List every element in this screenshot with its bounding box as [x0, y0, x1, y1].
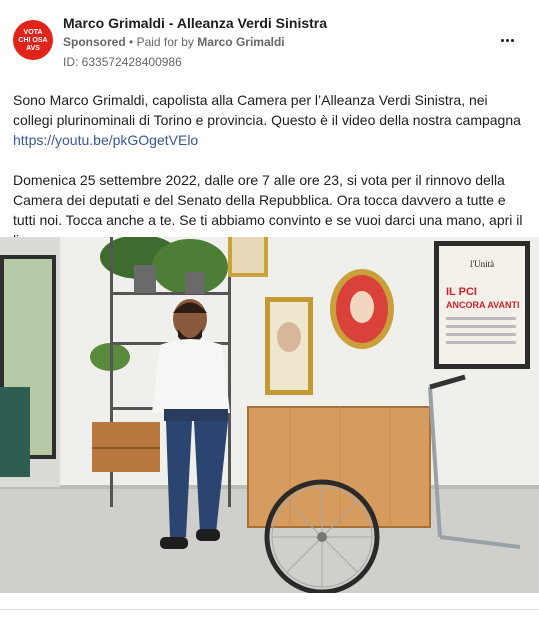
poster-headline-2: ANCORA AVANTI: [446, 300, 520, 310]
avatar-text-line-2: CHI OSA: [18, 37, 48, 44]
more-options-icon-dot: [510, 38, 514, 42]
card-divider: [0, 609, 539, 610]
post-header: VOTA CHI OSA AVS Marco Grimaldi - Allean…: [0, 0, 539, 80]
page-name-link[interactable]: Marco Grimaldi - Alleanza Verdi Sinistra: [63, 15, 327, 31]
office-scene-image: l'Unità IL PCI ANCORA AVANTI: [0, 237, 539, 593]
sponsored-label: Sponsored: [63, 35, 126, 49]
more-options-icon-dot: [505, 38, 509, 42]
post-photo[interactable]: l'Unità IL PCI ANCORA AVANTI: [0, 237, 539, 593]
poster-headline-1: IL PCI: [446, 286, 477, 298]
meta-separator: •: [129, 35, 134, 49]
more-options-icon: [500, 38, 504, 42]
sponsored-meta: Sponsored • Paid for by Marco Grimaldi: [63, 35, 285, 49]
sponsored-post-card: VOTA CHI OSA AVS Marco Grimaldi - Allean…: [0, 0, 539, 619]
post-paragraph-1: Sono Marco Grimaldi, capolista alla Came…: [13, 92, 521, 128]
youtube-link[interactable]: https://youtu.be/pkGOgetVElo: [13, 132, 198, 148]
avatar-logo-text: VOTA CHI OSA AVS: [13, 29, 53, 53]
post-body: Sono Marco Grimaldi, capolista alla Came…: [13, 90, 528, 250]
ad-id: ID: 633572428400986: [63, 55, 182, 69]
paid-for-name: Marco Grimaldi: [197, 35, 285, 49]
page-avatar[interactable]: VOTA CHI OSA AVS: [13, 20, 53, 60]
poster-masthead: l'Unità: [470, 259, 494, 269]
paid-for-prefix: Paid for by: [136, 35, 194, 49]
avatar-text-line-1: VOTA: [23, 29, 43, 36]
avatar-text-line-3: AVS: [26, 45, 40, 52]
more-options-button[interactable]: [496, 32, 518, 48]
